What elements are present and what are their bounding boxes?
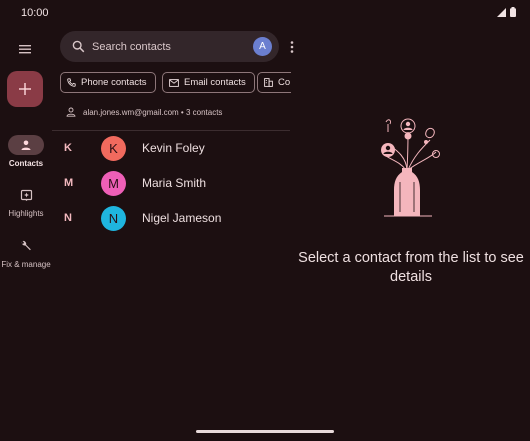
navigation-rail: Contacts Highlights Fix & manage <box>0 28 52 441</box>
create-contact-button[interactable] <box>7 71 43 107</box>
search-icon <box>72 40 85 53</box>
nav-item-contacts-indicator <box>8 135 44 155</box>
highlights-icon <box>20 189 32 201</box>
nav-item-fix-manage[interactable]: Fix & manage <box>0 236 52 269</box>
contact-avatar: M <box>101 171 126 196</box>
section-letter: N <box>64 212 72 224</box>
nav-item-fix-manage-indicator <box>8 236 44 256</box>
nav-item-label: Contacts <box>8 159 44 168</box>
contact-name: Nigel Jameson <box>142 211 222 225</box>
chip-label: Phone contacts <box>81 77 147 88</box>
chip-phone-contacts[interactable]: Phone contacts <box>60 72 156 93</box>
nav-item-highlights-indicator <box>8 185 44 205</box>
person-outline-icon <box>66 107 76 117</box>
section-letter: M <box>64 177 74 189</box>
contact-name: Kevin Foley <box>142 141 205 155</box>
nav-item-label: Highlights <box>8 209 44 218</box>
signal-icon <box>497 7 506 17</box>
chip-label: Co <box>278 77 291 88</box>
account-summary: alan.jones.wm@gmail.com • 3 contacts <box>83 107 223 117</box>
nav-item-highlights[interactable]: Highlights <box>0 185 52 218</box>
hamburger-menu-icon <box>19 45 31 54</box>
contact-row-nigel-jameson[interactable]: N N Nigel Jameson <box>52 201 290 236</box>
nav-item-contacts[interactable]: Contacts <box>0 135 52 168</box>
nav-item-label: Fix & manage <box>1 260 51 269</box>
person-icon <box>21 140 31 150</box>
section-letter: K <box>64 142 72 154</box>
home-indicator[interactable] <box>196 430 334 433</box>
wrench-icon <box>21 240 31 251</box>
status-bar: 10:00 <box>0 0 530 28</box>
menu-button[interactable] <box>15 40 35 58</box>
chip-company[interactable]: Co <box>257 72 291 93</box>
empty-state-illustration <box>381 118 440 217</box>
account-info: alan.jones.wm@gmail.com • 3 contacts <box>66 107 222 117</box>
battery-icon <box>510 7 516 17</box>
plus-icon <box>19 83 31 95</box>
contact-avatar: N <box>101 206 126 231</box>
account-avatar[interactable]: A <box>253 37 272 56</box>
status-time: 10:00 <box>21 7 49 19</box>
search-bar[interactable] <box>60 31 294 62</box>
filter-chips: Phone contacts Email contacts Co <box>60 72 291 93</box>
more-vert-icon <box>290 41 294 53</box>
email-icon <box>169 78 179 87</box>
search-input[interactable] <box>92 39 242 55</box>
chip-label: Email contacts <box>184 77 246 88</box>
empty-detail-message: Select a contact from the list to see de… <box>298 250 524 285</box>
contact-name: Maria Smith <box>142 176 207 190</box>
chip-email-contacts[interactable]: Email contacts <box>162 72 255 93</box>
phone-icon <box>67 78 76 87</box>
building-icon <box>264 78 273 87</box>
contact-row-maria-smith[interactable]: M M Maria Smith <box>52 166 290 201</box>
contact-row-kevin-foley[interactable]: K K Kevin Foley <box>52 131 290 166</box>
contact-avatar: K <box>101 136 126 161</box>
more-options-button[interactable] <box>288 40 296 54</box>
status-icons <box>497 7 516 17</box>
